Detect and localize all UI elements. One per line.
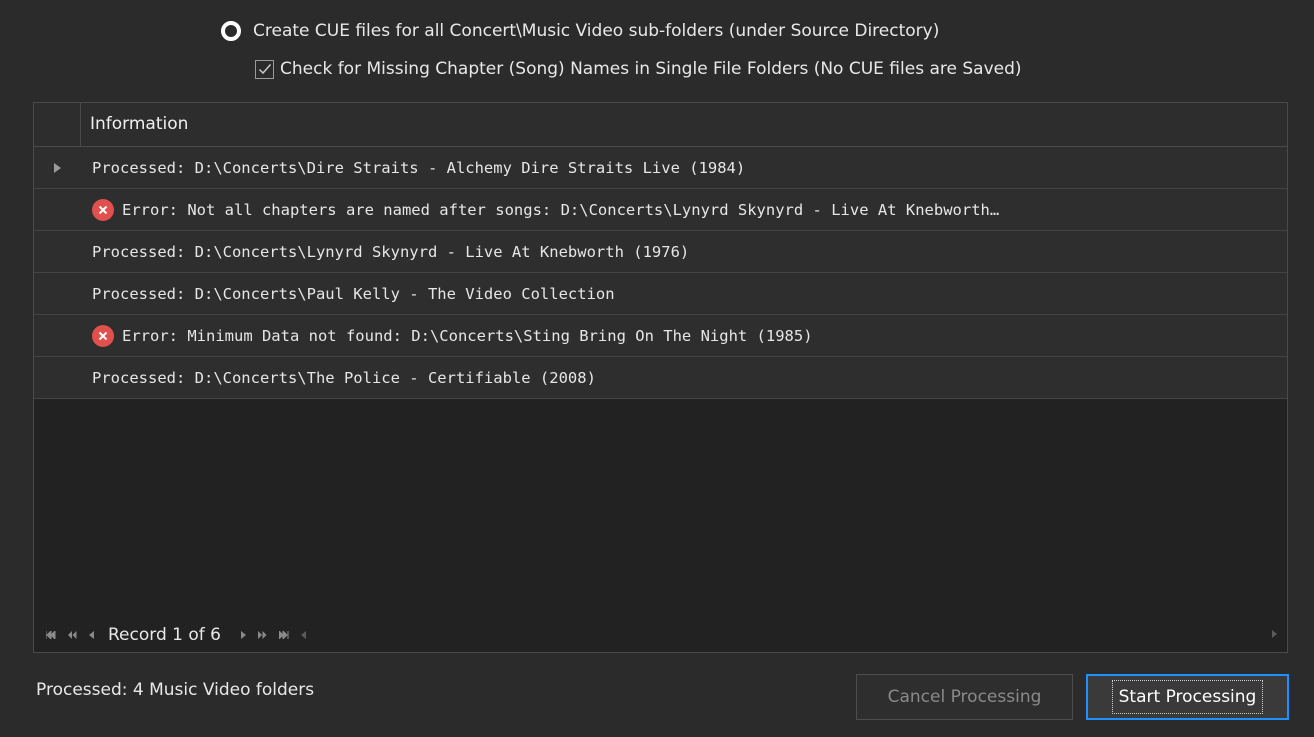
row-text: Error: Minimum Data not found: D:\Concer… [122, 326, 813, 345]
row-indicator [34, 231, 81, 272]
processing-status-text: Processed: 4 Music Video folders [36, 680, 315, 700]
row-indicator [34, 273, 81, 314]
last-record-icon[interactable] [278, 631, 289, 639]
start-processing-label: Start Processing [1111, 680, 1264, 714]
table-row[interactable]: Processed: D:\Concerts\Dire Straits - Al… [34, 147, 1287, 189]
next-record-icon[interactable] [240, 631, 246, 639]
create-cue-radio-option[interactable]: Create CUE files for all Concert\Music V… [221, 18, 939, 44]
information-grid: Information Processed: D:\Concerts\Dire … [33, 102, 1288, 653]
row-cell: Processed: D:\Concerts\The Police - Cert… [82, 357, 1287, 398]
table-row[interactable]: Error: Minimum Data not found: D:\Concer… [34, 315, 1287, 357]
check-missing-chapters-option[interactable]: Check for Missing Chapter (Song) Names i… [255, 56, 1022, 82]
row-cell: Processed: D:\Concerts\Lynyrd Skynyrd - … [82, 231, 1287, 272]
radio-label: Create CUE files for all Concert\Music V… [253, 21, 940, 41]
start-processing-button[interactable]: Start Processing [1086, 674, 1289, 720]
row-indicator [34, 189, 81, 230]
table-row[interactable]: Processed: D:\Concerts\Paul Kelly - The … [34, 273, 1287, 315]
grid-header: Information [34, 103, 1287, 147]
checkbox[interactable] [255, 59, 274, 79]
first-record-icon[interactable] [46, 631, 56, 639]
record-navigator: Record 1 of 6 [34, 618, 1287, 652]
table-row[interactable]: Error: Not all chapters are named after … [34, 189, 1287, 231]
row-indicator [34, 357, 81, 398]
column-header-information[interactable]: Information [82, 103, 188, 146]
row-text: Error: Not all chapters are named after … [122, 200, 1000, 219]
row-text: Processed: D:\Concerts\Paul Kelly - The … [92, 284, 615, 303]
row-text: Processed: D:\Concerts\Lynyrd Skynyrd - … [92, 242, 690, 261]
error-icon [92, 324, 114, 347]
row-text: Processed: D:\Concerts\Dire Straits - Al… [92, 158, 746, 177]
table-row[interactable]: Processed: D:\Concerts\Lynyrd Skynyrd - … [34, 231, 1287, 273]
checkmark-icon [258, 64, 271, 75]
radio-button[interactable] [221, 21, 241, 41]
row-cell: Error: Not all chapters are named after … [82, 189, 1287, 230]
scroll-right-icon[interactable] [1272, 628, 1277, 641]
current-row-indicator-icon [34, 147, 81, 188]
record-position-text: Record 1 of 6 [108, 625, 221, 645]
row-indicator [34, 315, 81, 356]
previous-record-icon[interactable] [89, 631, 94, 639]
previous-page-icon[interactable] [68, 631, 77, 639]
scroll-left-icon[interactable] [300, 631, 306, 639]
checkbox-label: Check for Missing Chapter (Song) Names i… [280, 59, 1022, 79]
next-page-icon[interactable] [257, 631, 267, 639]
cancel-processing-button[interactable]: Cancel Processing [856, 674, 1073, 720]
grid-rows: Processed: D:\Concerts\Dire Straits - Al… [34, 147, 1287, 399]
row-text: Processed: D:\Concerts\The Police - Cert… [92, 368, 596, 387]
row-cell: Processed: D:\Concerts\Dire Straits - Al… [82, 147, 1287, 188]
row-cell: Error: Minimum Data not found: D:\Concer… [82, 315, 1287, 356]
error-icon [92, 198, 114, 221]
cancel-processing-label: Cancel Processing [887, 687, 1042, 707]
header-indicator-cell [34, 103, 81, 146]
table-row[interactable]: Processed: D:\Concerts\The Police - Cert… [34, 357, 1287, 399]
row-cell: Processed: D:\Concerts\Paul Kelly - The … [82, 273, 1287, 314]
